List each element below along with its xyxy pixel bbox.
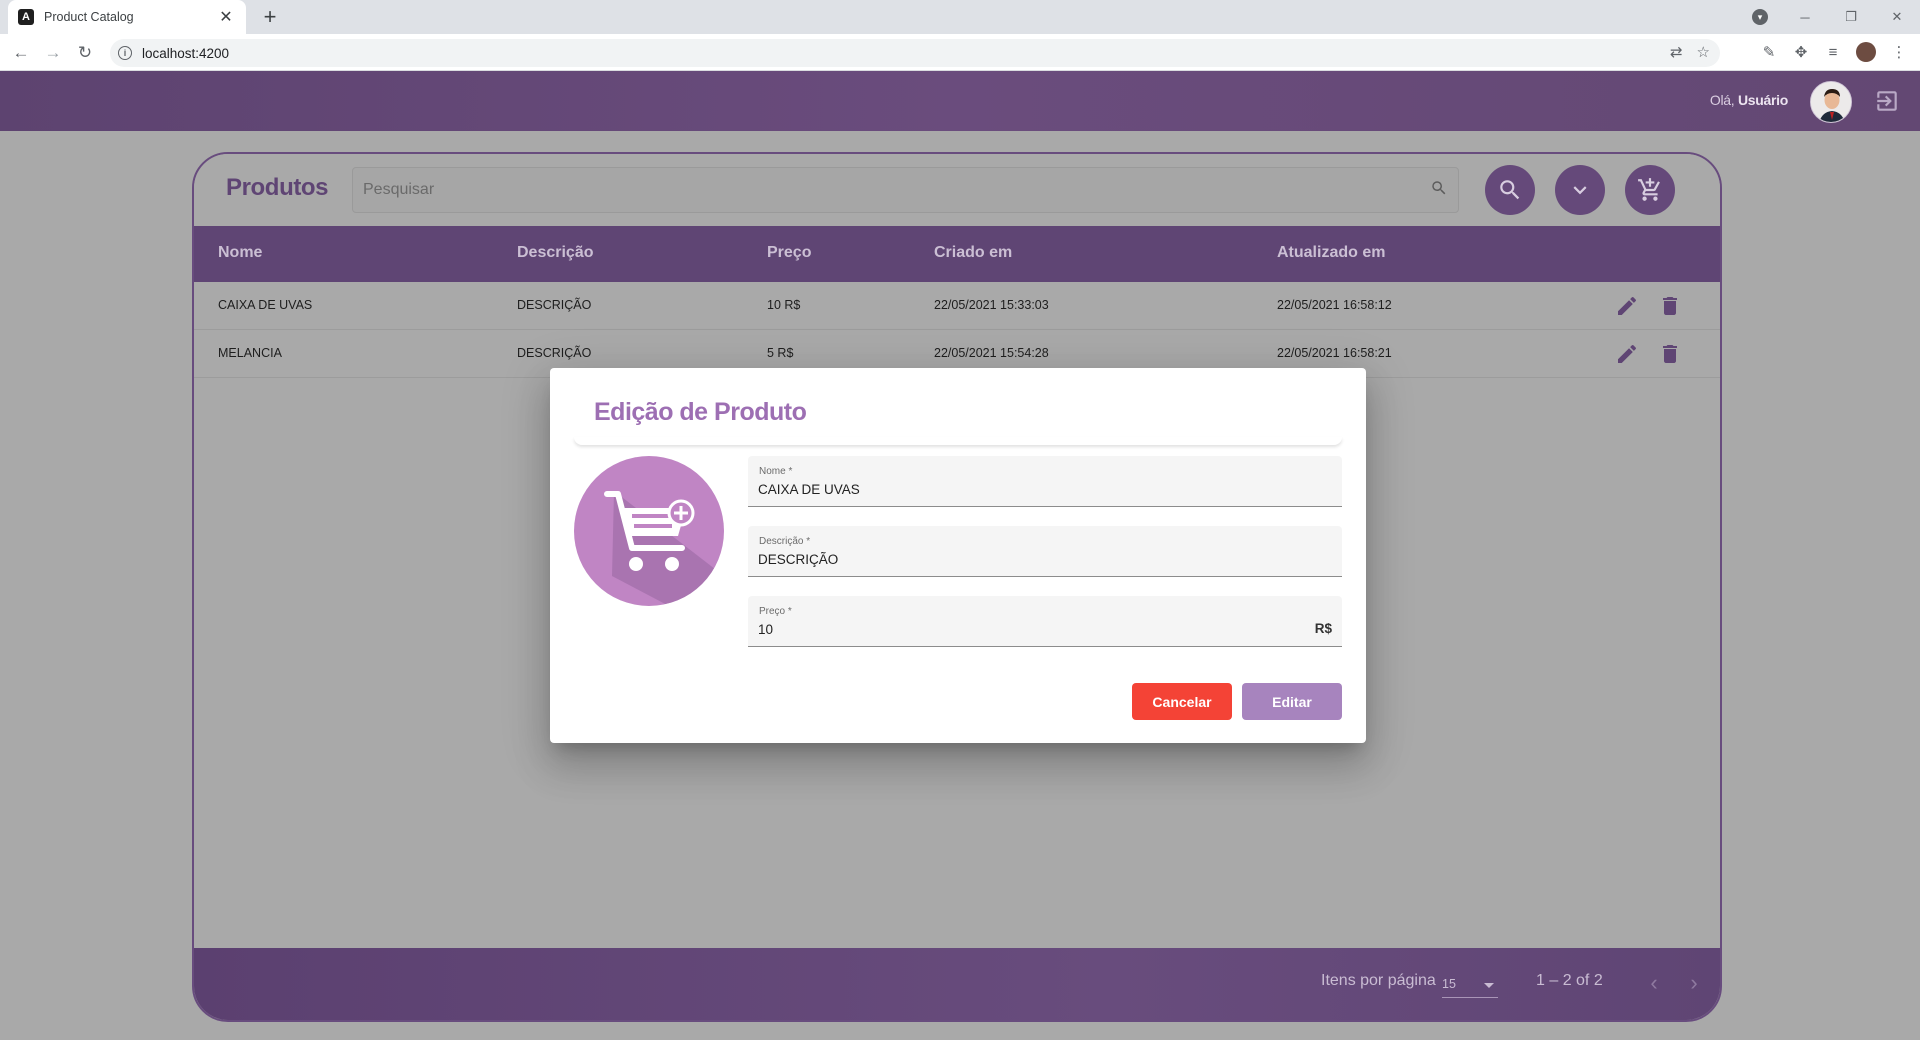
restore-icon[interactable]: ❐ (1828, 9, 1874, 25)
minimize-icon[interactable]: ─ (1782, 10, 1828, 25)
description-field-label: Descrição * (759, 536, 811, 547)
back-icon[interactable]: ← (8, 40, 34, 66)
add-product-button[interactable] (1625, 165, 1675, 215)
search-field[interactable] (352, 167, 1459, 213)
browser-tab-strip: A Product Catalog ✕ + ▾ ─ ❐ ✕ (0, 0, 1920, 34)
cell-preco: 10 R$ (767, 298, 801, 312)
price-field[interactable]: Preço * R$ (748, 596, 1342, 647)
browser-toolbar: ← → ↻ i localhost:4200 ⇄ ☆ ✎ ✥ ≡ ⋮ (0, 34, 1920, 71)
cell-nome: CAIXA DE UVAS (218, 298, 313, 312)
search-button[interactable] (1485, 165, 1535, 215)
card-toolbar: Produtos (194, 154, 1720, 226)
angular-favicon-icon: A (18, 9, 34, 25)
items-per-page-label: Itens por página (1321, 972, 1436, 989)
menu-icon[interactable]: ⋮ (1890, 43, 1908, 61)
close-window-icon[interactable]: ✕ (1874, 9, 1920, 25)
column-header-nome[interactable]: Nome (218, 244, 262, 262)
profile-icon[interactable] (1856, 42, 1876, 62)
user-greeting: Olá, Usuário (1710, 92, 1788, 108)
tab-title: Product Catalog (44, 10, 134, 24)
column-header-preco[interactable]: Preço (767, 244, 811, 262)
tab-search-icon[interactable]: ▾ (1752, 9, 1768, 25)
description-input[interactable] (758, 552, 1298, 567)
edit-button[interactable] (1613, 292, 1641, 320)
product-image (574, 456, 724, 606)
cell-criado: 22/05/2021 15:33:03 (934, 298, 1049, 312)
reading-list-icon[interactable]: ≡ (1824, 44, 1842, 61)
pencil-icon (1618, 344, 1637, 363)
description-field[interactable]: Descrição * (748, 526, 1342, 577)
browser-tab[interactable]: A Product Catalog ✕ (8, 0, 246, 34)
logout-icon[interactable] (1872, 86, 1902, 116)
dialog-title: Edição de Produto (594, 398, 807, 426)
address-bar[interactable]: i localhost:4200 ⇄ ☆ (110, 39, 1720, 67)
search-icon (1430, 179, 1448, 202)
table-row[interactable]: CAIXA DE UVAS DESCRIÇÃO 10 R$ 22/05/2021… (194, 282, 1720, 330)
translate-icon[interactable]: ⇄ (1670, 43, 1683, 61)
add-cart-icon (1638, 178, 1660, 201)
app-header: Olá, Usuário (0, 71, 1920, 131)
page-size-select[interactable]: 15 (1442, 972, 1498, 998)
next-page-button[interactable]: › (1679, 968, 1709, 998)
currency-suffix: R$ (1314, 621, 1332, 636)
avatar[interactable] (1810, 81, 1852, 123)
filter-dropdown-button[interactable] (1555, 165, 1605, 215)
price-field-label: Preço * (759, 606, 792, 617)
search-icon (1500, 180, 1520, 200)
page-title: Produtos (226, 174, 329, 201)
cell-preco: 5 R$ (767, 346, 794, 360)
close-tab-icon[interactable]: ✕ (216, 7, 236, 27)
cell-descricao: DESCRIÇÃO (517, 298, 592, 312)
cell-atualizado: 22/05/2021 16:58:12 (1277, 298, 1392, 312)
info-icon[interactable]: i (118, 46, 132, 60)
trash-icon (1663, 345, 1677, 363)
price-input[interactable] (758, 622, 1298, 637)
column-header-atualizado[interactable]: Atualizado em (1277, 244, 1385, 262)
greeting-prefix: Olá, (1709, 92, 1735, 108)
user-name: Usuário (1737, 92, 1788, 108)
forward-icon[interactable]: → (40, 40, 66, 66)
name-input[interactable] (758, 482, 1298, 497)
url-text[interactable]: localhost:4200 (142, 46, 229, 61)
cell-atualizado: 22/05/2021 16:58:21 (1277, 346, 1392, 360)
cell-nome: MELANCIA (218, 346, 282, 360)
dialog-divider (574, 437, 1342, 445)
pencil-icon (1618, 296, 1637, 315)
puzzle-icon[interactable]: ✥ (1792, 43, 1810, 61)
paginator: Itens por página 15 1 – 2 of 2 ‹ › (194, 948, 1720, 1020)
window-controls: ─ ❐ ✕ (1782, 0, 1920, 34)
add-cart-icon (604, 491, 724, 606)
chevron-down-icon (1484, 983, 1494, 988)
edit-submit-button[interactable]: Editar (1242, 683, 1342, 720)
page-range: 1 – 2 of 2 (1536, 972, 1603, 989)
edit-product-dialog: Edição de Produto Nome * Descrição * Pre… (550, 368, 1366, 743)
chevron-down-icon (1573, 186, 1587, 195)
cell-criado: 22/05/2021 15:54:28 (934, 346, 1049, 360)
cell-descricao: DESCRIÇÃO (517, 346, 592, 360)
extensions-area: ✎ ✥ ≡ ⋮ (1760, 42, 1908, 62)
trash-icon (1663, 297, 1677, 315)
new-tab-button[interactable]: + (258, 4, 282, 30)
column-header-criado[interactable]: Criado em (934, 244, 1012, 262)
previous-page-button[interactable]: ‹ (1639, 968, 1669, 998)
reload-icon[interactable]: ↻ (72, 40, 98, 66)
table-header: Nome Descrição Preço Criado em Atualizad… (194, 226, 1720, 282)
extension-icon[interactable]: ✎ (1760, 43, 1778, 61)
star-icon[interactable]: ☆ (1697, 43, 1710, 61)
delete-button[interactable] (1656, 292, 1684, 320)
page-size-value: 15 (1442, 977, 1456, 991)
edit-button[interactable] (1613, 340, 1641, 368)
search-input[interactable] (363, 181, 1430, 199)
delete-button[interactable] (1656, 340, 1684, 368)
name-field[interactable]: Nome * (748, 456, 1342, 507)
column-header-descricao[interactable]: Descrição (517, 244, 594, 262)
name-field-label: Nome * (759, 466, 793, 477)
cancel-button[interactable]: Cancelar (1132, 683, 1232, 720)
